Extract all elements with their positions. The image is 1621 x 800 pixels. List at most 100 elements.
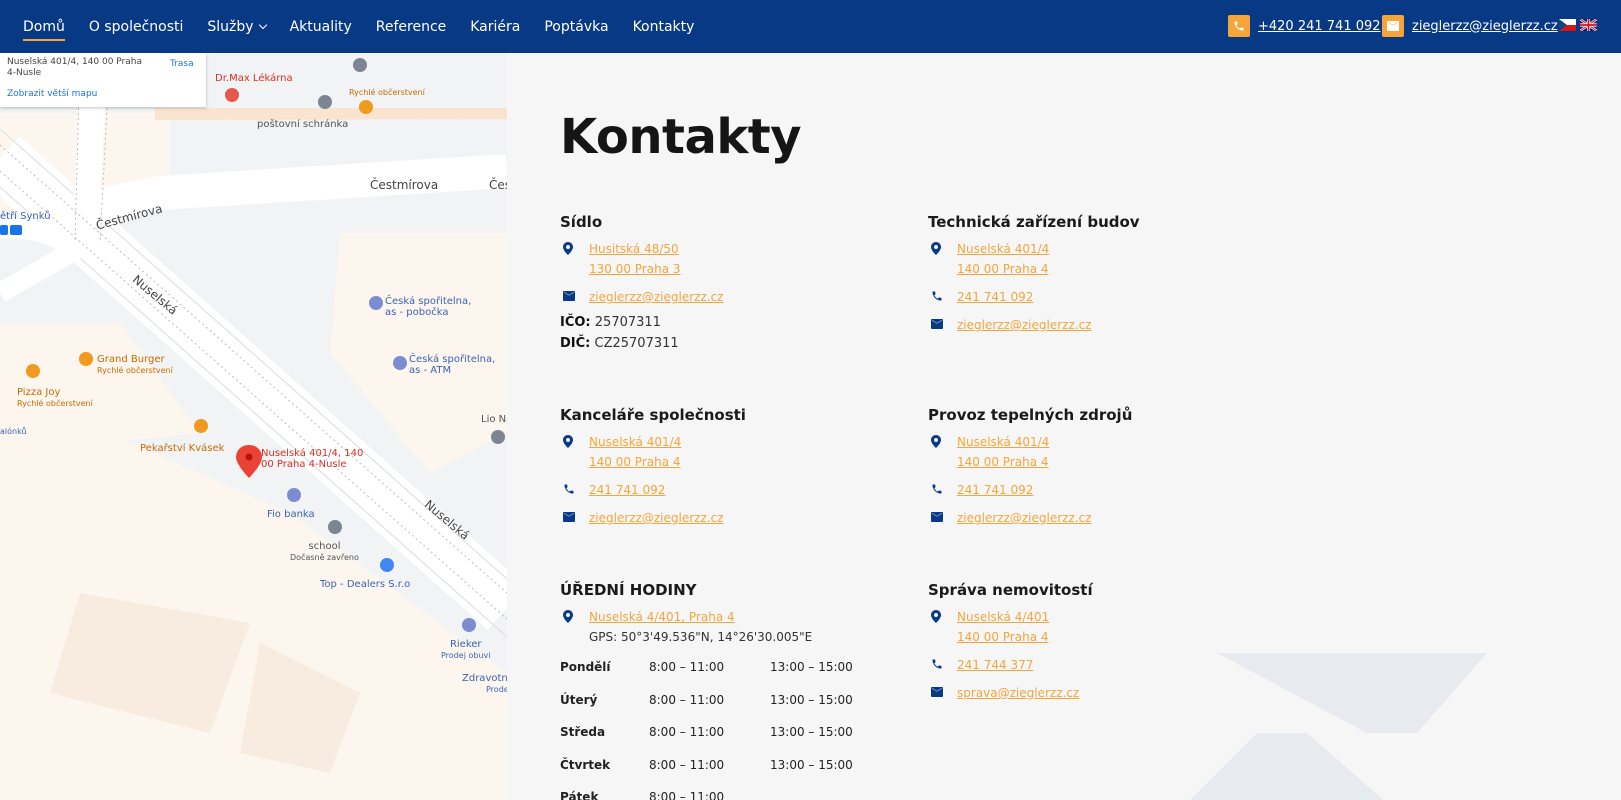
main-navbar: Domů O společnosti Služby Aktuality Refe… — [0, 0, 1621, 53]
section-tzb-heading: Technická zařízení budov — [928, 213, 1140, 231]
tzb-email-row: zieglerzz@zieglerzz.cz — [928, 315, 1268, 335]
sidlo-address-line1[interactable]: Husitská 48/50 — [589, 242, 679, 256]
kancelare-address-line2[interactable]: 140 00 Praha 4 — [589, 455, 681, 469]
map-label-school-sub: Dočasně zavřeno — [290, 553, 359, 562]
sidlo-address-line2[interactable]: 130 00 Praha 3 — [589, 262, 681, 276]
nav-item-domu[interactable]: Domů — [23, 13, 65, 41]
map-label-zdrav-title: Zdravotní — [462, 673, 507, 684]
hodiny-address-link[interactable]: Nuselská 4/401, Praha 4 — [589, 610, 735, 624]
nav-item-aktuality[interactable]: Aktuality — [290, 13, 352, 41]
hours-day: Pátek — [560, 790, 599, 800]
sprava-email-link[interactable]: sprava@zieglerzz.cz — [957, 686, 1079, 700]
uk-flag-icon[interactable] — [1580, 19, 1597, 31]
nav-item-o-spolecnosti[interactable]: O společnosti — [89, 13, 184, 41]
hours-row: Pátek 8:00 – 11:00 — [560, 781, 900, 800]
tzb-address-row: Nuselská 401/4 140 00 Praha 4 — [928, 239, 1268, 279]
phone-icon — [928, 287, 957, 305]
hours-pm: 13:00 – 15:00 — [770, 725, 853, 740]
map-label-grand-sub: Rychlé občerstvení — [97, 366, 173, 375]
map-label-fio[interactable]: Fio banka — [267, 509, 315, 520]
map-label-pizza-joy[interactable]: Pizza Joy Rychlé občerstvení — [17, 387, 93, 409]
nav-item-reference[interactable]: Reference — [376, 13, 447, 41]
header-phone-text: +420 241 741 092 — [1258, 18, 1381, 34]
tzb-phone-link[interactable]: 241 741 092 — [957, 290, 1033, 304]
kancelare-phone-link[interactable]: 241 741 092 — [589, 483, 665, 497]
map-label-pin[interactable]: Nuselská 401/4, 140 00 Praha 4-Nusle — [261, 448, 363, 470]
map-label-fastfood: Rychlé občerstvení — [349, 88, 425, 97]
tzb-address-line2[interactable]: 140 00 Praha 4 — [957, 262, 1049, 276]
kancelare-address-row: Nuselská 401/4 140 00 Praha 4 — [560, 432, 900, 472]
map-label-topdealers[interactable]: Top - Dealers S.r.o — [320, 579, 410, 590]
hours-day: Pondělí — [560, 660, 611, 675]
map-label-pizza-sub: Rychlé občerstvení — [17, 399, 93, 408]
map-label-lonku: alónků — [0, 427, 27, 436]
map-label-school-title: school — [308, 541, 341, 552]
kancelare-address-line1[interactable]: Nuselská 401/4 — [589, 435, 681, 449]
map-canvas[interactable] — [0, 53, 507, 800]
map-pin-icon — [560, 432, 589, 450]
map-label-drmax[interactable]: Dr.Max Lékárna — [215, 73, 293, 84]
kancelare-email-row: zieglerzz@zieglerzz.cz — [560, 508, 900, 528]
map-pin-icon — [928, 239, 957, 257]
map-label-pin-2: 00 Praha 4-Nusle — [261, 459, 347, 470]
section-hodiny-heading: ÚŘEDNÍ HODINY — [560, 581, 697, 599]
sprava-address-line2[interactable]: 140 00 Praha 4 — [957, 630, 1049, 644]
page-title: Kontakty — [560, 109, 802, 165]
hours-am: 8:00 – 11:00 — [649, 757, 725, 772]
map-label-rieker[interactable]: Rieker Prodej obuvi — [441, 639, 490, 661]
section-kancelare: Kanceláře společnosti Nuselská 401/4 140 … — [560, 406, 900, 536]
hours-day: Čtvrtek — [560, 757, 611, 772]
map-label-postbox[interactable]: poštovní schránka — [257, 119, 348, 130]
header-email-link[interactable]: zieglerzz@zieglerzz.cz — [1382, 15, 1558, 37]
map-route-link[interactable]: Trasa — [170, 59, 194, 69]
sidlo-email-row: zieglerzz@zieglerzz.cz — [560, 287, 900, 307]
tepelne-address-row: Nuselská 401/4 140 00 Praha 4 — [928, 432, 1268, 472]
hodiny-address-row: Nuselská 4/401, Praha 4 GPS: 50°3'49.536"… — [560, 607, 900, 647]
map-bigger-link[interactable]: Zobrazit větší mapu — [7, 89, 97, 99]
tepelne-phone-row: 241 741 092 — [928, 480, 1268, 500]
kancelare-phone-row: 241 741 092 — [560, 480, 900, 500]
hours-pm: 13:00 – 15:00 — [770, 757, 853, 772]
map-label-cs-atm: Česká spořitelna, as - ATM — [409, 354, 495, 376]
sprava-phone-link[interactable]: 241 744 377 — [957, 658, 1033, 672]
header-email-text: zieglerzz@zieglerzz.cz — [1412, 18, 1558, 34]
sidlo-dic-label: DIČ: — [560, 336, 591, 351]
sidlo-dic: DIČ: CZ25707311 — [560, 336, 900, 351]
map-label-school[interactable]: school Dočasně zavřeno — [290, 541, 359, 563]
map-pin-icon — [928, 432, 957, 450]
map-label-cs-branch: Česká spořitelna, as - pobočka — [385, 296, 471, 318]
phone-icon — [928, 480, 957, 498]
phone-icon — [1228, 15, 1250, 37]
tepelne-address-line1[interactable]: Nuselská 401/4 — [957, 435, 1049, 449]
header-phone-link[interactable]: +420 241 741 092 — [1228, 15, 1381, 37]
section-tepelne: Provoz tepelných zdrojů Nuselská 401/4 14… — [928, 406, 1268, 536]
nav-item-kontakty[interactable]: Kontakty — [633, 13, 695, 41]
sprava-address-row: Nuselská 4/401 140 00 Praha 4 — [928, 607, 1268, 647]
map-label-grand-burger[interactable]: Grand Burger Rychlé občerstvení — [97, 354, 173, 376]
tzb-address-line1[interactable]: Nuselská 401/4 — [957, 242, 1049, 256]
hours-row: Pondělí 8:00 – 11:00 13:00 – 15:00 — [560, 651, 900, 684]
tzb-email-link[interactable]: zieglerzz@zieglerzz.cz — [957, 318, 1091, 332]
nav-item-kariera[interactable]: Kariéra — [470, 13, 520, 41]
nav-item-sluzby[interactable]: Služby — [207, 13, 267, 41]
hours-day: Středa — [560, 725, 606, 740]
tepelne-email-link[interactable]: zieglerzz@zieglerzz.cz — [957, 511, 1091, 525]
sprava-email-row: sprava@zieglerzz.cz — [928, 683, 1268, 703]
czech-flag-icon[interactable] — [1559, 19, 1576, 31]
map-label-pekarstvi[interactable]: Pekařství Kvásek — [140, 443, 224, 454]
hours-row: Úterý 8:00 – 11:00 13:00 – 15:00 — [560, 684, 900, 717]
envelope-icon — [928, 315, 957, 333]
envelope-icon — [928, 508, 957, 526]
tepelne-phone-link[interactable]: 241 741 092 — [957, 483, 1033, 497]
map-label-pin-1: Nuselská 401/4, 140 — [261, 448, 364, 459]
tepelne-address-line2[interactable]: 140 00 Praha 4 — [957, 455, 1049, 469]
sprava-address-line1[interactable]: Nuselská 4/401 — [957, 610, 1049, 624]
map-label-zdrav-sub: Prode — [486, 685, 507, 694]
hours-am: 8:00 – 11:00 — [649, 725, 725, 740]
sidlo-email-link[interactable]: zieglerzz@zieglerzz.cz — [589, 290, 723, 304]
nav-item-poptavka[interactable]: Poptávka — [544, 13, 608, 41]
kancelare-email-link[interactable]: zieglerzz@zieglerzz.cz — [589, 511, 723, 525]
google-map-embed[interactable]: Nuselská 401/4, 140 00 Praha 4-Nusle Tra… — [0, 53, 507, 800]
section-kancelare-heading: Kanceláře společnosti — [560, 406, 746, 424]
hodiny-gps: GPS: 50°3'49.536"N, 14°26'30.005"E — [589, 630, 813, 644]
